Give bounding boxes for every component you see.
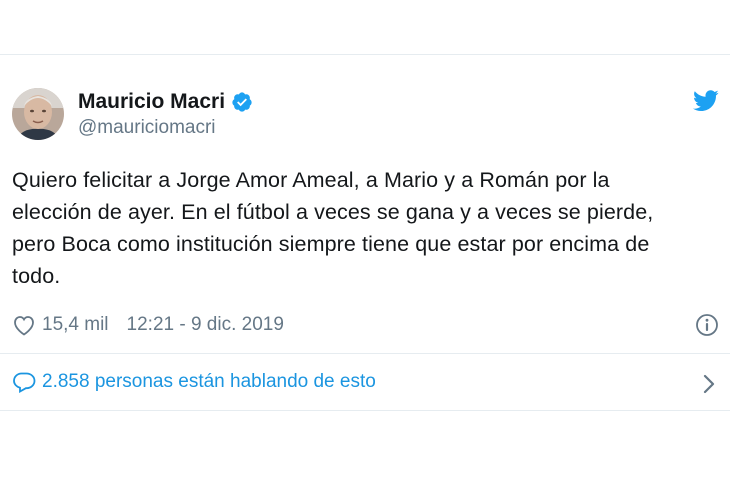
- author-handle[interactable]: @mauriciomacri: [78, 117, 216, 139]
- info-icon[interactable]: [695, 313, 719, 337]
- speech-bubble-icon: [13, 372, 36, 393]
- tweet-text-line: todo.: [12, 264, 61, 288]
- tweet-text-line: Quiero felicitar a Jorge Amor Ameal, a M…: [12, 168, 610, 192]
- tweet-card: Mauricio Macri @mauriciomacri Quiero fel…: [0, 54, 730, 411]
- heart-icon[interactable]: [12, 314, 36, 336]
- like-count[interactable]: 15,4 mil: [42, 314, 109, 336]
- twitter-bird-icon[interactable]: [693, 90, 719, 112]
- tweet-meta: 15,4 mil 12:21 - 9 dic. 2019: [12, 311, 284, 339]
- avatar[interactable]: [12, 88, 64, 140]
- author-name[interactable]: Mauricio Macri: [78, 90, 225, 114]
- divider: [0, 353, 730, 354]
- tweet-text-line: elección de ayer. En el fútbol a veces s…: [12, 200, 654, 224]
- conversation-text[interactable]: 2.858 personas están hablando de esto: [42, 371, 376, 393]
- conversation-link[interactable]: 2.858 personas están hablando de esto: [12, 369, 376, 395]
- timestamp[interactable]: 12:21 - 9 dic. 2019: [127, 314, 284, 336]
- chevron-right-icon[interactable]: [702, 373, 716, 395]
- verified-badge-icon: [232, 92, 252, 112]
- tweet-text-line: pero Boca como institución siempre tiene…: [12, 232, 650, 256]
- avatar-image: [12, 88, 64, 140]
- tweet-text: Quiero felicitar a Jorge Amor Ameal, a M…: [12, 164, 712, 292]
- author-row[interactable]: Mauricio Macri: [78, 89, 253, 115]
